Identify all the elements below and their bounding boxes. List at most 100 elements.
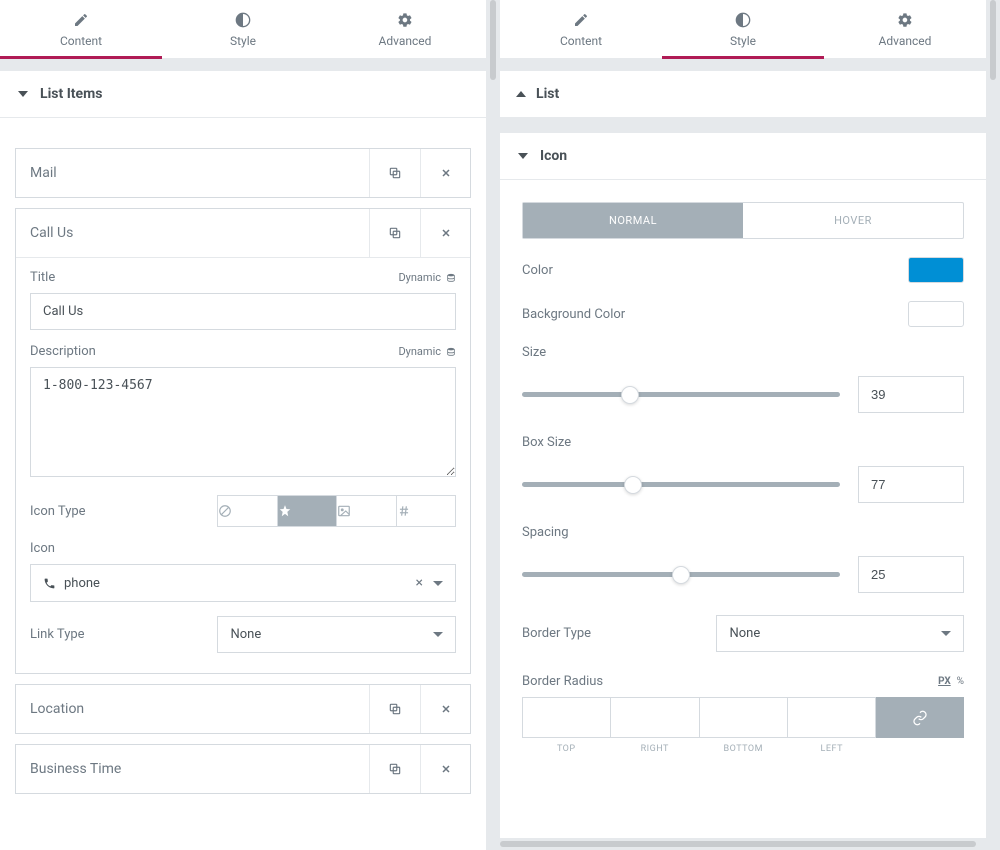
color-swatch[interactable] [908, 257, 964, 283]
list-item-title[interactable]: Call Us [16, 209, 370, 257]
below-tabs-bar [500, 59, 986, 71]
spacing-label: Spacing [522, 525, 964, 540]
title-input[interactable] [30, 293, 456, 330]
section-gap [500, 117, 986, 133]
slider-thumb[interactable] [621, 386, 639, 404]
radius-top[interactable] [522, 697, 611, 738]
tab-advanced[interactable]: Advanced [324, 0, 486, 58]
tab-content[interactable]: Content [0, 0, 162, 58]
box-size-slider[interactable] [522, 482, 840, 487]
list-item-title[interactable]: Business Time [16, 745, 370, 793]
section-body: Mail Call Us [0, 118, 486, 819]
gear-icon [397, 12, 413, 28]
border-type-value: None [729, 626, 760, 641]
right-tabs: Content Style Advanced [500, 0, 986, 59]
tab-content-label: Content [560, 34, 602, 48]
tab-advanced-label: Advanced [879, 34, 932, 48]
unit-percent[interactable]: % [957, 676, 964, 687]
list-item-title[interactable]: Location [16, 685, 370, 733]
bg-color-swatch[interactable] [908, 301, 964, 327]
dim-labels: TOP RIGHT BOTTOM LEFT [522, 744, 964, 754]
chevron-down-icon [18, 91, 28, 97]
list-item: Call Us Title Dynamic [15, 208, 471, 674]
remove-button[interactable] [420, 745, 470, 793]
bg-color-label: Background Color [522, 307, 625, 322]
description-input[interactable]: 1-800-123-4567 [30, 367, 456, 477]
title-label: Title [30, 270, 55, 285]
tab-content[interactable]: Content [500, 0, 662, 58]
icon-type-none[interactable] [218, 496, 276, 526]
dynamic-label: Dynamic [398, 345, 441, 358]
unit-px[interactable]: PX [938, 676, 951, 687]
tab-style[interactable]: Style [662, 0, 824, 58]
tab-style[interactable]: Style [162, 0, 324, 58]
contrast-icon [235, 12, 251, 28]
duplicate-button[interactable] [370, 745, 420, 793]
below-tabs-bar [0, 59, 486, 71]
description-label: Description [30, 344, 96, 359]
state-normal[interactable]: NORMAL [523, 203, 743, 238]
duplicate-button[interactable] [370, 685, 420, 733]
tab-content-label: Content [60, 34, 102, 48]
icon-type-image[interactable] [336, 496, 395, 526]
size-input[interactable] [858, 376, 964, 413]
list-item-title[interactable]: Mail [16, 149, 370, 197]
image-icon [337, 504, 351, 518]
panel-divider[interactable] [486, 0, 500, 850]
ban-icon [218, 504, 232, 518]
left-tabs: Content Style Advanced [0, 0, 486, 59]
icon-clear[interactable]: × [412, 575, 427, 591]
spacing-slider[interactable] [522, 572, 840, 577]
size-slider[interactable] [522, 392, 840, 397]
link-type-select[interactable]: None [217, 616, 456, 653]
icon-label: Icon [30, 541, 55, 556]
duplicate-button[interactable] [370, 209, 420, 257]
box-size-label: Box Size [522, 435, 964, 450]
box-size-input[interactable] [858, 466, 964, 503]
pencil-icon [573, 12, 589, 28]
remove-button[interactable] [420, 209, 470, 257]
dynamic-toggle[interactable]: Dynamic [398, 345, 456, 358]
section-list-items[interactable]: List Items [0, 71, 486, 118]
chevron-down-icon [433, 581, 443, 586]
state-hover[interactable]: HOVER [743, 203, 963, 238]
right-scrollbar[interactable] [986, 0, 1000, 850]
list-item: Business Time [15, 744, 471, 794]
section-list-title: List [536, 86, 559, 102]
chevron-right-icon [516, 91, 526, 97]
size-label: Size [522, 345, 964, 360]
section-list[interactable]: List [500, 71, 986, 117]
remove-button[interactable] [420, 149, 470, 197]
remove-button[interactable] [420, 685, 470, 733]
radius-left[interactable] [788, 697, 876, 738]
radius-bottom[interactable] [700, 697, 788, 738]
copy-icon [388, 762, 402, 776]
section-icon-title: Icon [540, 148, 567, 164]
icon-type-icon[interactable] [277, 496, 336, 526]
section-icon[interactable]: Icon [500, 133, 986, 180]
duplicate-button[interactable] [370, 149, 420, 197]
close-icon [440, 167, 452, 179]
tab-advanced[interactable]: Advanced [824, 0, 986, 58]
list-item-body: Title Dynamic Description Dynamic [16, 257, 470, 673]
close-icon [440, 703, 452, 715]
horizontal-scrollbar[interactable] [500, 838, 986, 850]
close-icon [440, 227, 452, 239]
dim-right-label: RIGHT [611, 744, 700, 754]
radius-right[interactable] [611, 697, 699, 738]
copy-icon [388, 166, 402, 180]
border-type-select[interactable]: None [716, 615, 964, 652]
link-values-button[interactable] [876, 697, 964, 738]
icon-type-text[interactable] [396, 496, 455, 526]
icon-select[interactable]: phone × [30, 564, 456, 602]
border-radius-label: Border Radius [522, 674, 926, 689]
link-type-value: None [230, 627, 261, 642]
tab-style-label: Style [730, 34, 756, 48]
slider-thumb[interactable] [672, 566, 690, 584]
dynamic-toggle[interactable]: Dynamic [398, 271, 456, 284]
copy-icon [388, 226, 402, 240]
spacing-input[interactable] [858, 556, 964, 593]
slider-thumb[interactable] [624, 476, 642, 494]
list-item: Mail [15, 148, 471, 198]
icon-type-label: Icon Type [30, 504, 205, 519]
